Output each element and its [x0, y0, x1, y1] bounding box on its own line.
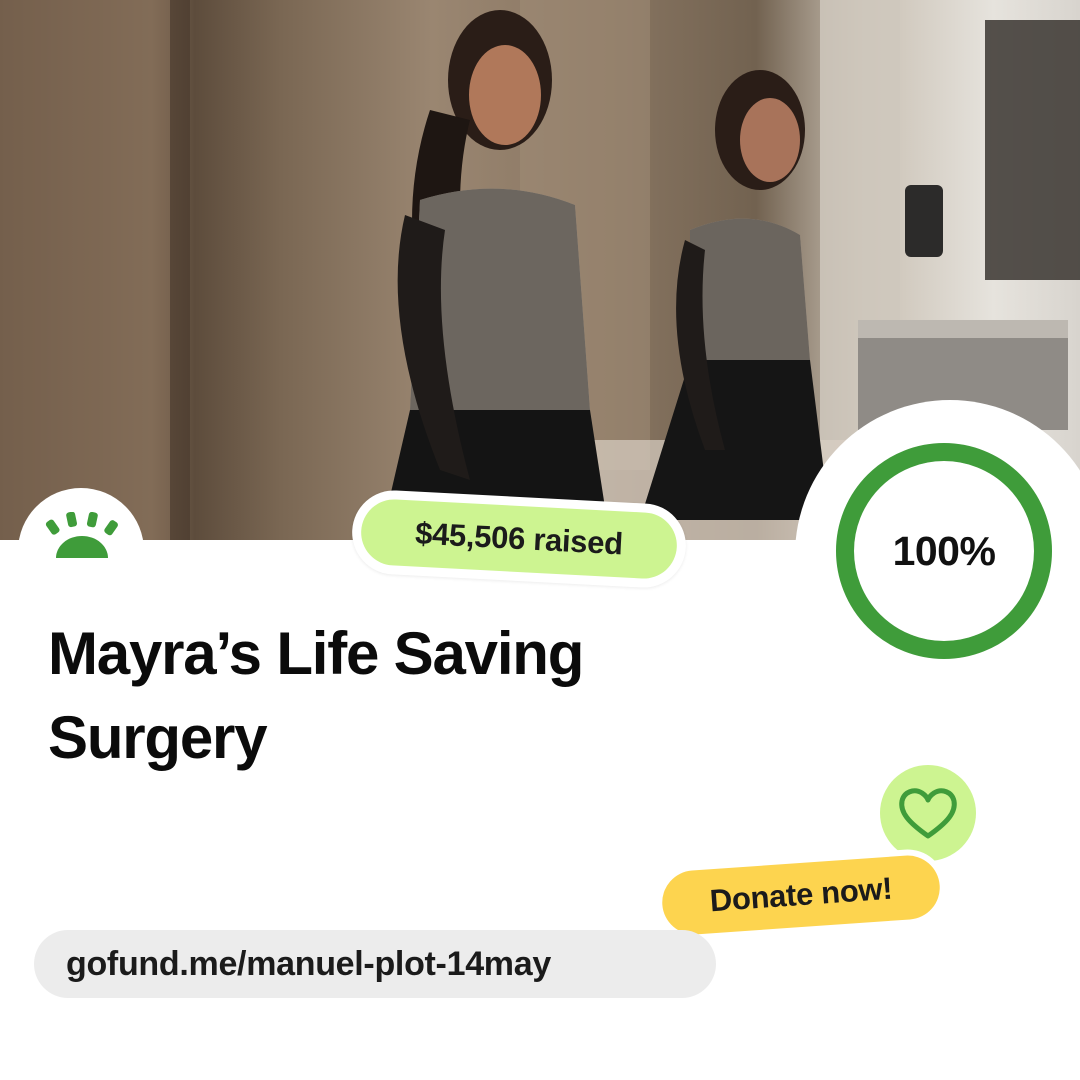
donate-button[interactable]: Donate now!: [653, 846, 949, 944]
campaign-title: Mayra’s Life Saving Surgery: [48, 620, 584, 771]
progress-percent: 100%: [892, 527, 996, 574]
gofundme-logo-icon: [45, 512, 118, 558]
heart-button[interactable]: [880, 765, 976, 861]
heart-icon: [899, 788, 957, 839]
raised-badge: $45,506 raised: [350, 488, 688, 590]
fundraiser-card: $45,506 raised 100% Mayra’s Life Saving …: [0, 0, 1080, 1080]
campaign-url[interactable]: gofund.me/manuel-plot-14may: [34, 930, 716, 998]
